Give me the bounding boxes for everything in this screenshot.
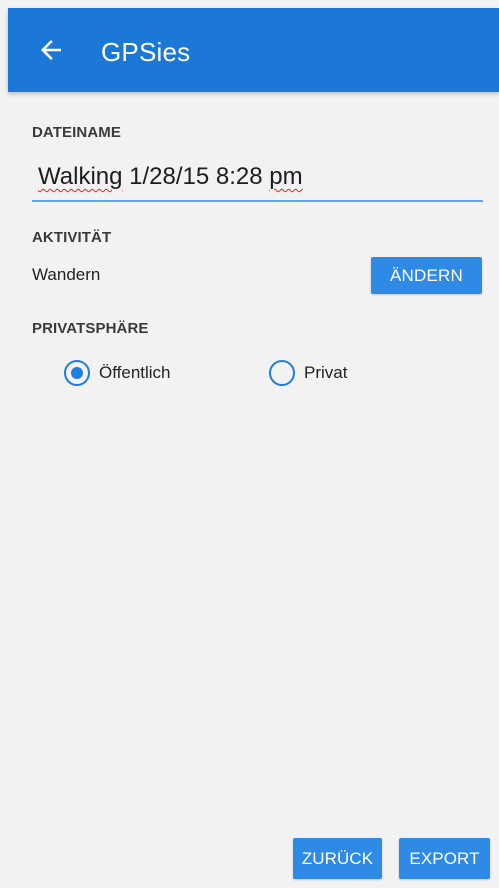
filename-value-word-walking: Walking	[38, 163, 123, 190]
radio-selected-dot	[71, 367, 83, 379]
privacy-label: PRIVATSPHÄRE	[32, 320, 149, 337]
app-toolbar: GPSies	[8, 8, 499, 92]
filename-value-datetime: 1/28/15 8:28	[122, 163, 270, 190]
gpsies-export-screen: GPSies DATEINAME Walking 1/28/15 8:28 pm…	[0, 0, 499, 888]
radio-option-public[interactable]: Öffentlich	[64, 357, 214, 391]
activity-label: AKTIVITÄT	[32, 229, 112, 246]
activity-value: Wandern	[32, 265, 101, 284]
back-button[interactable]	[30, 32, 74, 68]
radio-option-private[interactable]: Privat	[269, 357, 389, 391]
arrow-left-icon	[41, 40, 61, 60]
export-button[interactable]: EXPORT	[399, 838, 490, 879]
radio-label-public: Öffentlich	[99, 363, 171, 382]
radio-button-public[interactable]	[64, 360, 90, 386]
back-text-button[interactable]: ZURÜCK	[293, 838, 382, 879]
toolbar-title: GPSies	[101, 37, 191, 67]
radio-label-private: Privat	[304, 363, 348, 382]
radio-button-private[interactable]	[269, 360, 295, 386]
filename-label: DATEINAME	[32, 124, 121, 141]
change-activity-button[interactable]: ÄNDERN	[371, 257, 482, 294]
filename-value[interactable]: Walking 1/28/15 8:28 pm	[38, 162, 303, 192]
filename-value-word-pm: pm	[269, 163, 303, 190]
